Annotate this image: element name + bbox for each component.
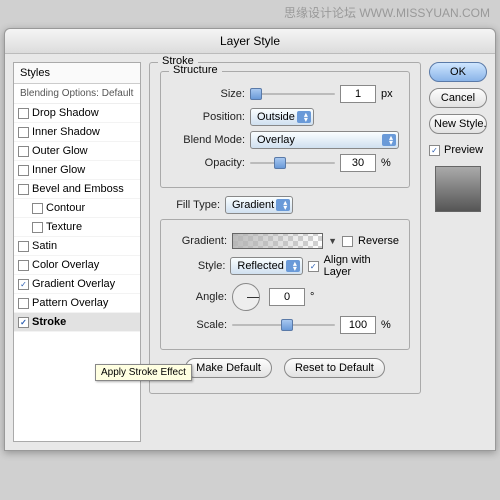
style-item-texture[interactable]: Texture — [14, 218, 140, 237]
scale-slider[interactable] — [232, 318, 335, 332]
scale-input[interactable]: 100 — [340, 316, 376, 334]
stroke-fieldset: Stroke Structure Size: 1 px Position: Ou… — [149, 62, 421, 394]
style-item-satin[interactable]: Satin — [14, 237, 140, 256]
style-item-inner-glow[interactable]: Inner Glow — [14, 161, 140, 180]
right-buttons: OK Cancel New Style... ✓ Preview — [429, 62, 487, 212]
new-style-button[interactable]: New Style... — [429, 114, 487, 134]
style-checkbox[interactable] — [18, 241, 29, 252]
dialog-body: Styles Blending Options: Default Drop Sh… — [5, 54, 495, 450]
structure-legend: Structure — [169, 64, 222, 76]
reverse-label: Reverse — [358, 235, 399, 247]
gradient-dropdown-icon[interactable]: ▼ — [328, 236, 337, 246]
position-select[interactable]: Outside▴▾ — [250, 108, 314, 126]
gradient-label: Gradient: — [171, 235, 227, 247]
style-checkbox[interactable] — [32, 203, 43, 214]
fill-type-label: Fill Type: — [160, 199, 220, 211]
style-checkbox[interactable] — [18, 165, 29, 176]
position-label: Position: — [171, 111, 245, 123]
style-item-label: Contour — [46, 202, 85, 214]
style-item-label: Pattern Overlay — [32, 297, 108, 309]
styles-header[interactable]: Styles — [14, 63, 140, 84]
opacity-input[interactable]: 30 — [340, 154, 376, 172]
fill-fieldset: Gradient: ▼ Reverse Style: Reflected▴▾ ✓… — [160, 219, 410, 350]
style-checkbox[interactable] — [18, 146, 29, 157]
style-item-bevel-and-emboss[interactable]: Bevel and Emboss — [14, 180, 140, 199]
style-checkbox[interactable]: ✓ — [18, 279, 29, 290]
style-item-label: Drop Shadow — [32, 107, 99, 119]
reverse-checkbox[interactable] — [342, 236, 353, 247]
scale-label: Scale: — [171, 319, 227, 331]
size-label: Size: — [171, 88, 245, 100]
size-slider[interactable] — [250, 87, 335, 101]
style-label: Style: — [171, 260, 225, 272]
tooltip: Apply Stroke Effect — [95, 364, 192, 381]
style-item-inner-shadow[interactable]: Inner Shadow — [14, 123, 140, 142]
layer-style-dialog: Layer Style Styles Blending Options: Def… — [4, 28, 496, 451]
blend-mode-select[interactable]: Overlay▴▾ — [250, 131, 399, 149]
style-checkbox[interactable] — [18, 298, 29, 309]
cancel-button[interactable]: Cancel — [429, 88, 487, 108]
blending-options-row[interactable]: Blending Options: Default — [14, 84, 140, 104]
style-checkbox[interactable] — [18, 127, 29, 138]
style-item-color-overlay[interactable]: Color Overlay — [14, 256, 140, 275]
style-item-contour[interactable]: Contour — [14, 199, 140, 218]
angle-dial[interactable] — [232, 283, 260, 311]
ok-button[interactable]: OK — [429, 62, 487, 82]
style-item-label: Satin — [32, 240, 57, 252]
style-checkbox[interactable] — [32, 222, 43, 233]
style-item-label: Outer Glow — [32, 145, 88, 157]
angle-label: Angle: — [171, 291, 227, 303]
style-item-label: Stroke — [32, 316, 66, 328]
opacity-unit: % — [381, 157, 399, 169]
style-item-label: Bevel and Emboss — [32, 183, 124, 195]
preview-label: Preview — [444, 144, 483, 156]
angle-input[interactable]: 0 — [269, 288, 305, 306]
align-checkbox[interactable]: ✓ — [308, 261, 319, 272]
fill-type-select[interactable]: Gradient▴▾ — [225, 196, 293, 214]
style-checkbox[interactable] — [18, 184, 29, 195]
style-checkbox[interactable] — [18, 108, 29, 119]
style-item-drop-shadow[interactable]: Drop Shadow — [14, 104, 140, 123]
structure-fieldset: Structure Size: 1 px Position: Outside▴▾… — [160, 71, 410, 188]
style-item-pattern-overlay[interactable]: Pattern Overlay — [14, 294, 140, 313]
style-item-label: Texture — [46, 221, 82, 233]
reset-default-button[interactable]: Reset to Default — [284, 358, 385, 378]
style-checkbox[interactable]: ✓ — [18, 317, 29, 328]
style-item-label: Inner Shadow — [32, 126, 100, 138]
title-bar: Layer Style — [5, 29, 495, 54]
preview-checkbox[interactable]: ✓ — [429, 145, 440, 156]
preview-swatch — [435, 166, 481, 212]
size-unit: px — [381, 88, 399, 100]
style-item-label: Color Overlay — [32, 259, 99, 271]
style-checkbox[interactable] — [18, 260, 29, 271]
opacity-label: Opacity: — [171, 157, 245, 169]
blend-mode-label: Blend Mode: — [171, 134, 245, 146]
style-item-label: Gradient Overlay — [32, 278, 115, 290]
style-item-outer-glow[interactable]: Outer Glow — [14, 142, 140, 161]
size-input[interactable]: 1 — [340, 85, 376, 103]
align-label: Align with Layer — [324, 254, 399, 278]
opacity-slider[interactable] — [250, 156, 335, 170]
scale-unit: % — [381, 319, 399, 331]
stroke-panel: Stroke Structure Size: 1 px Position: Ou… — [149, 62, 421, 402]
watermark-text: 思缘设计论坛 WWW.MISSYUAN.COM — [284, 4, 490, 21]
style-item-gradient-overlay[interactable]: ✓Gradient Overlay — [14, 275, 140, 294]
styles-list: Styles Blending Options: Default Drop Sh… — [13, 62, 141, 442]
angle-unit: ° — [310, 291, 328, 303]
gradient-swatch[interactable] — [232, 233, 323, 249]
style-select[interactable]: Reflected▴▾ — [230, 257, 302, 275]
style-item-stroke[interactable]: ✓Stroke — [14, 313, 140, 332]
style-item-label: Inner Glow — [32, 164, 85, 176]
make-default-button[interactable]: Make Default — [185, 358, 272, 378]
